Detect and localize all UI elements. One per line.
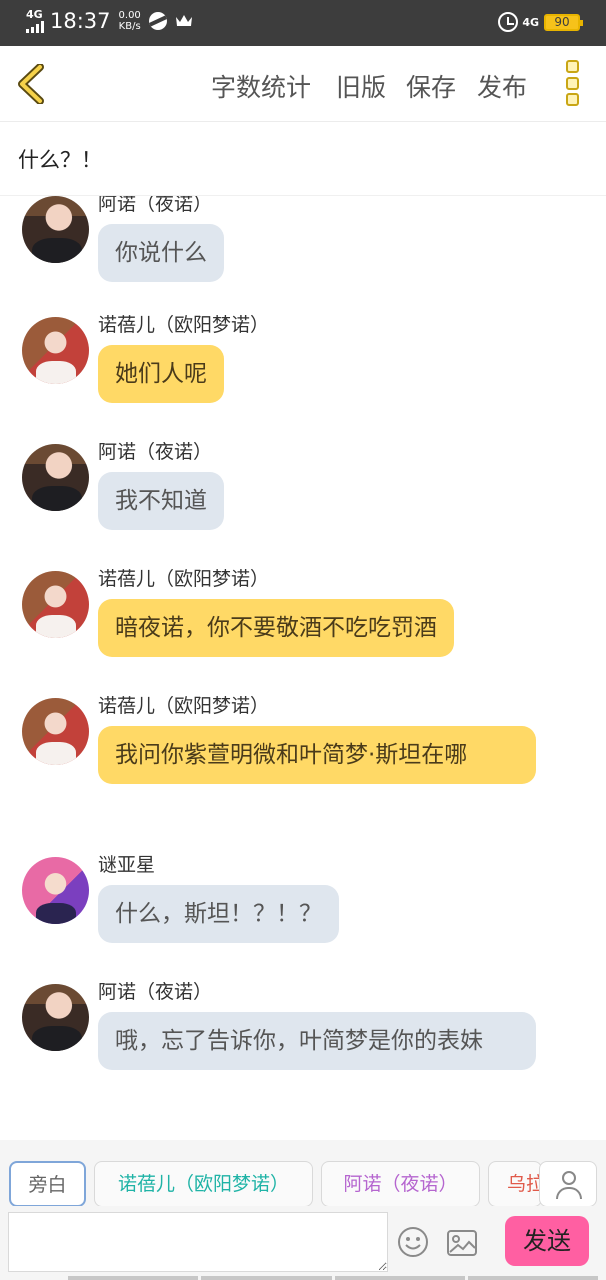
add-role-person-icon[interactable] [539, 1161, 597, 1207]
speaker-name: 诺蓓儿（欧阳梦诺） [98, 568, 270, 590]
role-chip-narrator[interactable]: 旁白 [9, 1161, 86, 1207]
speaker-name: 阿诺（夜诺） [98, 981, 213, 1003]
speaker-name: 谜亚星 [98, 854, 156, 876]
input-row: 发送 [0, 1206, 606, 1280]
avatar[interactable] [22, 317, 89, 384]
speaker-name: 阿诺（夜诺） [98, 196, 213, 215]
signal-icon: 4G [26, 9, 44, 33]
word-count-button[interactable]: 字数统计 [211, 68, 311, 104]
browser-icon [148, 12, 167, 30]
role-selector: 旁白 诺蓓儿（欧阳梦诺） 阿诺（夜诺） 乌拉 [0, 1140, 606, 1207]
send-button[interactable]: 发送 [505, 1216, 589, 1266]
network-speed: 0.00 KB/s [118, 10, 141, 32]
more-menu-icon[interactable] [566, 60, 580, 106]
message-bubble[interactable]: 哦，忘了告诉你，叶简梦是你的表妹 [98, 1012, 536, 1070]
image-icon[interactable] [446, 1228, 478, 1258]
chapter-title: 什么？！ [18, 148, 102, 172]
message-bubble[interactable]: 你说什么 [98, 224, 224, 282]
role-chip-anuo[interactable]: 阿诺（夜诺） [321, 1161, 480, 1207]
avatar[interactable] [22, 444, 89, 511]
status-bar: 4G 18:37 0.00 KB/s 4G 90 [0, 0, 606, 46]
message-bubble[interactable]: 我不知道 [98, 472, 224, 530]
chat-list[interactable]: 阿诺（夜诺） 你说什么 诺蓓儿（欧阳梦诺） 她们人呢 阿诺（夜诺） 我不知道 诺… [0, 196, 606, 1140]
old-version-button[interactable]: 旧版 [336, 68, 386, 104]
title-field[interactable]: 什么？！ [0, 122, 606, 196]
clock: 18:37 [50, 9, 111, 33]
role-chip-wula[interactable]: 乌拉 [488, 1161, 542, 1207]
message-bubble[interactable]: 她们人呢 [98, 345, 224, 403]
avatar[interactable] [22, 571, 89, 638]
network-type-right: 4G [522, 15, 539, 29]
speaker-name: 诺蓓儿（欧阳梦诺） [98, 314, 270, 336]
speaker-name: 阿诺（夜诺） [98, 441, 213, 463]
message-input[interactable] [8, 1212, 388, 1272]
speaker-name: 诺蓓儿（欧阳梦诺） [98, 695, 270, 717]
publish-button[interactable]: 发布 [477, 68, 527, 104]
message-bubble[interactable]: 暗夜诺，你不要敬酒不吃吃罚酒 [98, 599, 454, 657]
avatar[interactable] [22, 857, 89, 924]
back-chevron-icon[interactable] [14, 64, 48, 104]
avatar[interactable] [22, 984, 89, 1051]
gesture-bar [68, 1276, 598, 1280]
avatar[interactable] [22, 698, 89, 765]
network-type: 4G [26, 8, 43, 21]
avatar[interactable] [22, 196, 89, 263]
message-bubble[interactable]: 我问你紫萱明微和叶简梦·斯坦在哪 [98, 726, 536, 784]
emoji-icon[interactable] [397, 1226, 429, 1258]
battery-icon: 90 [544, 13, 583, 31]
save-button[interactable]: 保存 [406, 68, 456, 104]
editor-toolbar: 字数统计 旧版 保存 发布 [0, 46, 606, 122]
role-chip-nuobeier[interactable]: 诺蓓儿（欧阳梦诺） [94, 1161, 313, 1207]
message-bubble[interactable]: 什么，斯坦！？！？ [98, 885, 339, 943]
alarm-icon [498, 12, 519, 32]
crown-icon [175, 15, 192, 26]
